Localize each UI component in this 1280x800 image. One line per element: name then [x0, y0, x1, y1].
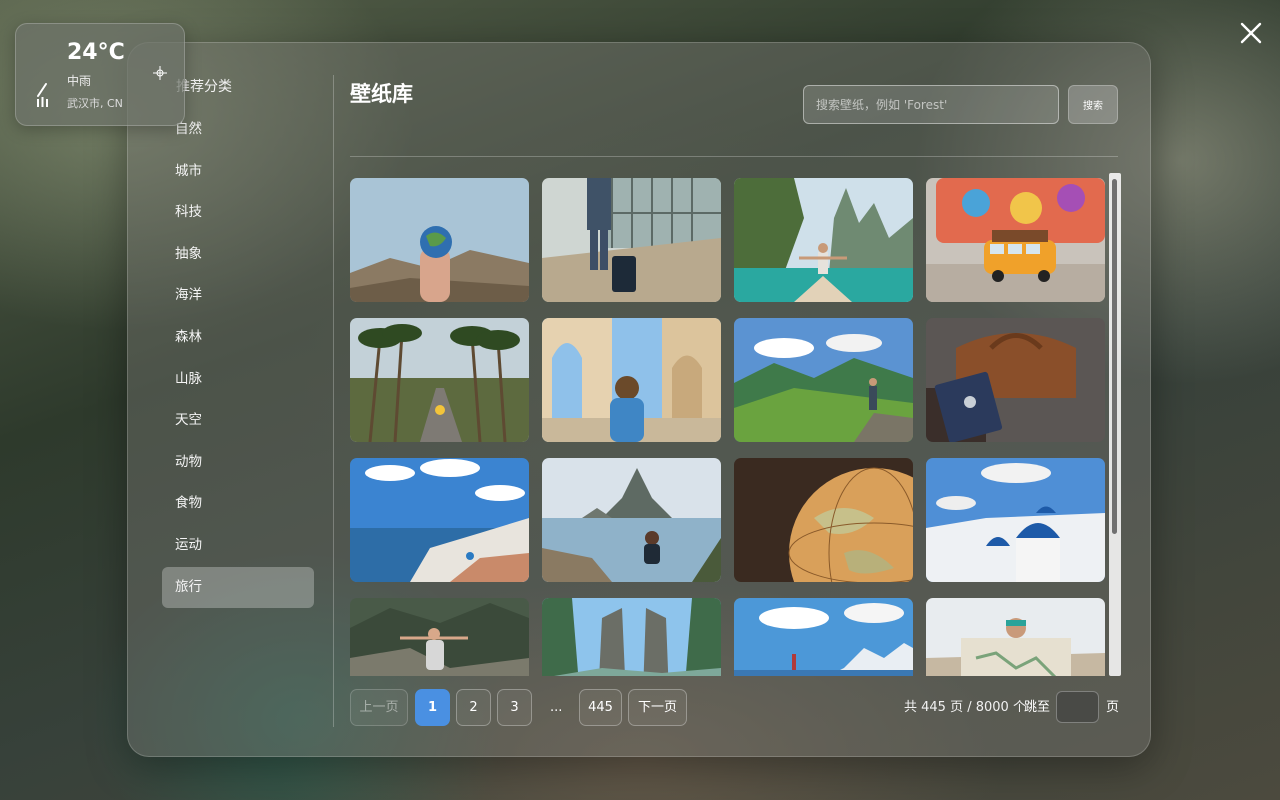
page-button-2[interactable]: 2 [456, 689, 491, 726]
search-button[interactable]: 搜索 [1068, 85, 1118, 124]
jump-page-input[interactable] [1056, 691, 1099, 723]
search-input[interactable] [803, 85, 1059, 124]
scrollbar-thumb[interactable] [1112, 179, 1117, 534]
sidebar-item-abstract[interactable]: 抽象 [162, 234, 314, 276]
grid-scrollbar[interactable] [1109, 173, 1121, 676]
wallpaper-thumbnail[interactable] [542, 458, 721, 582]
close-button[interactable] [1236, 18, 1266, 48]
wallpaper-thumbnail[interactable] [350, 458, 529, 582]
close-icon [1240, 22, 1262, 44]
pagination-summary: 共 445 页 / 8000 个 [904, 700, 1026, 715]
wallpaper-thumbnail[interactable] [926, 598, 1105, 676]
wallpaper-thumbnail[interactable] [926, 318, 1105, 442]
sidebar-item-forest[interactable]: 森林 [162, 317, 314, 359]
pagination-ellipsis: ... [550, 700, 563, 715]
wallpaper-thumbnail[interactable] [926, 178, 1105, 302]
sidebar-item-travel[interactable]: 旅行 [162, 566, 314, 609]
weather-location: 武汉市, CN [67, 97, 123, 110]
wallpaper-thumbnail[interactable] [542, 318, 721, 442]
header-divider [350, 156, 1118, 157]
wallpaper-thumbnail[interactable] [350, 598, 529, 676]
wallpaper-thumbnail[interactable] [734, 598, 913, 676]
prev-page-button[interactable]: 上一页 [350, 689, 408, 726]
sidebar-item-sport[interactable]: 运动 [162, 525, 314, 567]
weather-condition: 中雨 [67, 74, 92, 88]
sidebar-item-city[interactable]: 城市 [162, 151, 314, 193]
page-button-3[interactable]: 3 [497, 689, 532, 726]
jump-suffix: 页 [1106, 700, 1120, 715]
wallpaper-thumbnail[interactable] [734, 178, 913, 302]
sidebar-item-sky[interactable]: 天空 [162, 400, 314, 442]
wallpaper-grid [350, 178, 1106, 676]
page-button-last[interactable]: 445 [579, 689, 622, 726]
wallpaper-thumbnail[interactable] [542, 178, 721, 302]
weather-temperature: 24°C [67, 40, 125, 65]
wallpaper-panel: 推荐分类 自然 城市 科技 抽象 海洋 森林 山脉 天空 动物 食物 运动 旅行… [127, 42, 1151, 757]
wallpaper-thumbnail[interactable] [350, 178, 529, 302]
page-button-1[interactable]: 1 [415, 689, 450, 726]
wallpaper-thumbnail[interactable] [734, 458, 913, 582]
next-page-button[interactable]: 下一页 [628, 689, 687, 726]
rain-icon [37, 83, 48, 107]
sidebar-item-tech[interactable]: 科技 [162, 192, 314, 234]
wallpaper-thumbnail[interactable] [734, 318, 913, 442]
wallpaper-thumbnail[interactable] [926, 458, 1105, 582]
sidebar-item-ocean[interactable]: 海洋 [162, 275, 314, 317]
page-title: 壁纸库 [350, 82, 413, 106]
wallpaper-thumbnail[interactable] [350, 318, 529, 442]
sidebar-divider [333, 75, 334, 727]
wallpaper-thumbnail[interactable] [542, 598, 721, 676]
sidebar-item-food[interactable]: 食物 [162, 483, 314, 525]
category-sidebar: 推荐分类 自然 城市 科技 抽象 海洋 森林 山脉 天空 动物 食物 运动 旅行 [162, 73, 314, 609]
weather-widget: 24°C 中雨 武汉市, CN [15, 23, 185, 126]
pagination: 上一页 1 2 3 ... 445 下一页 共 445 页 / 8000 个 跳… [350, 689, 1120, 727]
jump-label: 跳至 [1024, 700, 1051, 715]
sidebar-item-animal[interactable]: 动物 [162, 442, 314, 484]
sidebar-item-mountain[interactable]: 山脉 [162, 359, 314, 401]
locate-icon[interactable] [152, 65, 168, 81]
